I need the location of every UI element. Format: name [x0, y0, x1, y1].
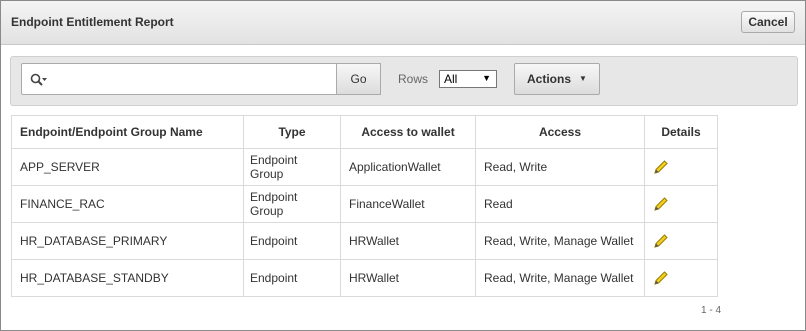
- table-row: FINANCE_RAC Endpoint Group FinanceWallet…: [11, 185, 718, 223]
- table-row: APP_SERVER Endpoint Group ApplicationWal…: [11, 148, 718, 186]
- column-header-type[interactable]: Type: [243, 115, 341, 149]
- cell-access: Read: [475, 185, 645, 223]
- dialog-title: Endpoint Entitlement Report: [11, 15, 174, 29]
- caret-down-icon: ▼: [579, 74, 587, 83]
- report-table: Endpoint/Endpoint Group Name Type Access…: [11, 115, 718, 297]
- rows-select-value: All: [444, 72, 458, 86]
- pencil-icon[interactable]: [653, 233, 669, 249]
- cell-type: Endpoint: [243, 259, 341, 297]
- cell-type: Endpoint: [243, 222, 341, 260]
- cell-name: HR_DATABASE_PRIMARY: [11, 222, 244, 260]
- column-header-name[interactable]: Endpoint/Endpoint Group Name: [11, 115, 244, 149]
- cell-name: FINANCE_RAC: [11, 185, 244, 223]
- search-icon[interactable]: [30, 73, 48, 87]
- actions-menu-button[interactable]: Actions ▼: [514, 63, 600, 95]
- cell-type: Endpoint Group: [243, 185, 341, 223]
- cell-details: [644, 222, 718, 260]
- cell-wallet: HRWallet: [340, 259, 476, 297]
- pencil-icon[interactable]: [653, 159, 669, 175]
- cell-details: [644, 148, 718, 186]
- report-dialog: Endpoint Entitlement Report Cancel Go Ro…: [0, 0, 806, 331]
- dropdown-arrow-icon: ▼: [482, 73, 491, 83]
- cell-access: Read, Write: [475, 148, 645, 186]
- pencil-icon[interactable]: [653, 270, 669, 286]
- rows-select[interactable]: All ▼: [439, 70, 497, 88]
- cell-type: Endpoint Group: [243, 148, 341, 186]
- cell-wallet: HRWallet: [340, 222, 476, 260]
- cancel-button[interactable]: Cancel: [741, 11, 795, 33]
- cell-wallet: FinanceWallet: [340, 185, 476, 223]
- pencil-icon[interactable]: [653, 196, 669, 212]
- search-field[interactable]: [21, 63, 337, 95]
- cell-details: [644, 259, 718, 297]
- rows-label: Rows: [398, 72, 429, 86]
- go-button[interactable]: Go: [337, 63, 381, 95]
- actions-label: Actions: [527, 72, 572, 86]
- search-input[interactable]: [52, 66, 336, 94]
- cell-wallet: ApplicationWallet: [340, 148, 476, 186]
- pagination-range: 1 - 4: [701, 305, 722, 316]
- cell-access: Read, Write, Manage Wallet: [475, 259, 645, 297]
- report-toolbar: Go Rows All ▼ Actions ▼: [10, 56, 798, 106]
- column-header-access[interactable]: Access: [475, 115, 645, 149]
- table-row: HR_DATABASE_STANDBY Endpoint HRWallet Re…: [11, 259, 718, 297]
- table-row: HR_DATABASE_PRIMARY Endpoint HRWallet Re…: [11, 222, 718, 260]
- cell-name: APP_SERVER: [11, 148, 244, 186]
- column-header-wallet[interactable]: Access to wallet: [340, 115, 476, 149]
- cell-details: [644, 185, 718, 223]
- cell-access: Read, Write, Manage Wallet: [475, 222, 645, 260]
- dialog-title-bar: Endpoint Entitlement Report Cancel: [1, 1, 805, 45]
- cell-name: HR_DATABASE_STANDBY: [11, 259, 244, 297]
- column-header-details[interactable]: Details: [644, 115, 718, 149]
- table-header-row: Endpoint/Endpoint Group Name Type Access…: [11, 115, 718, 149]
